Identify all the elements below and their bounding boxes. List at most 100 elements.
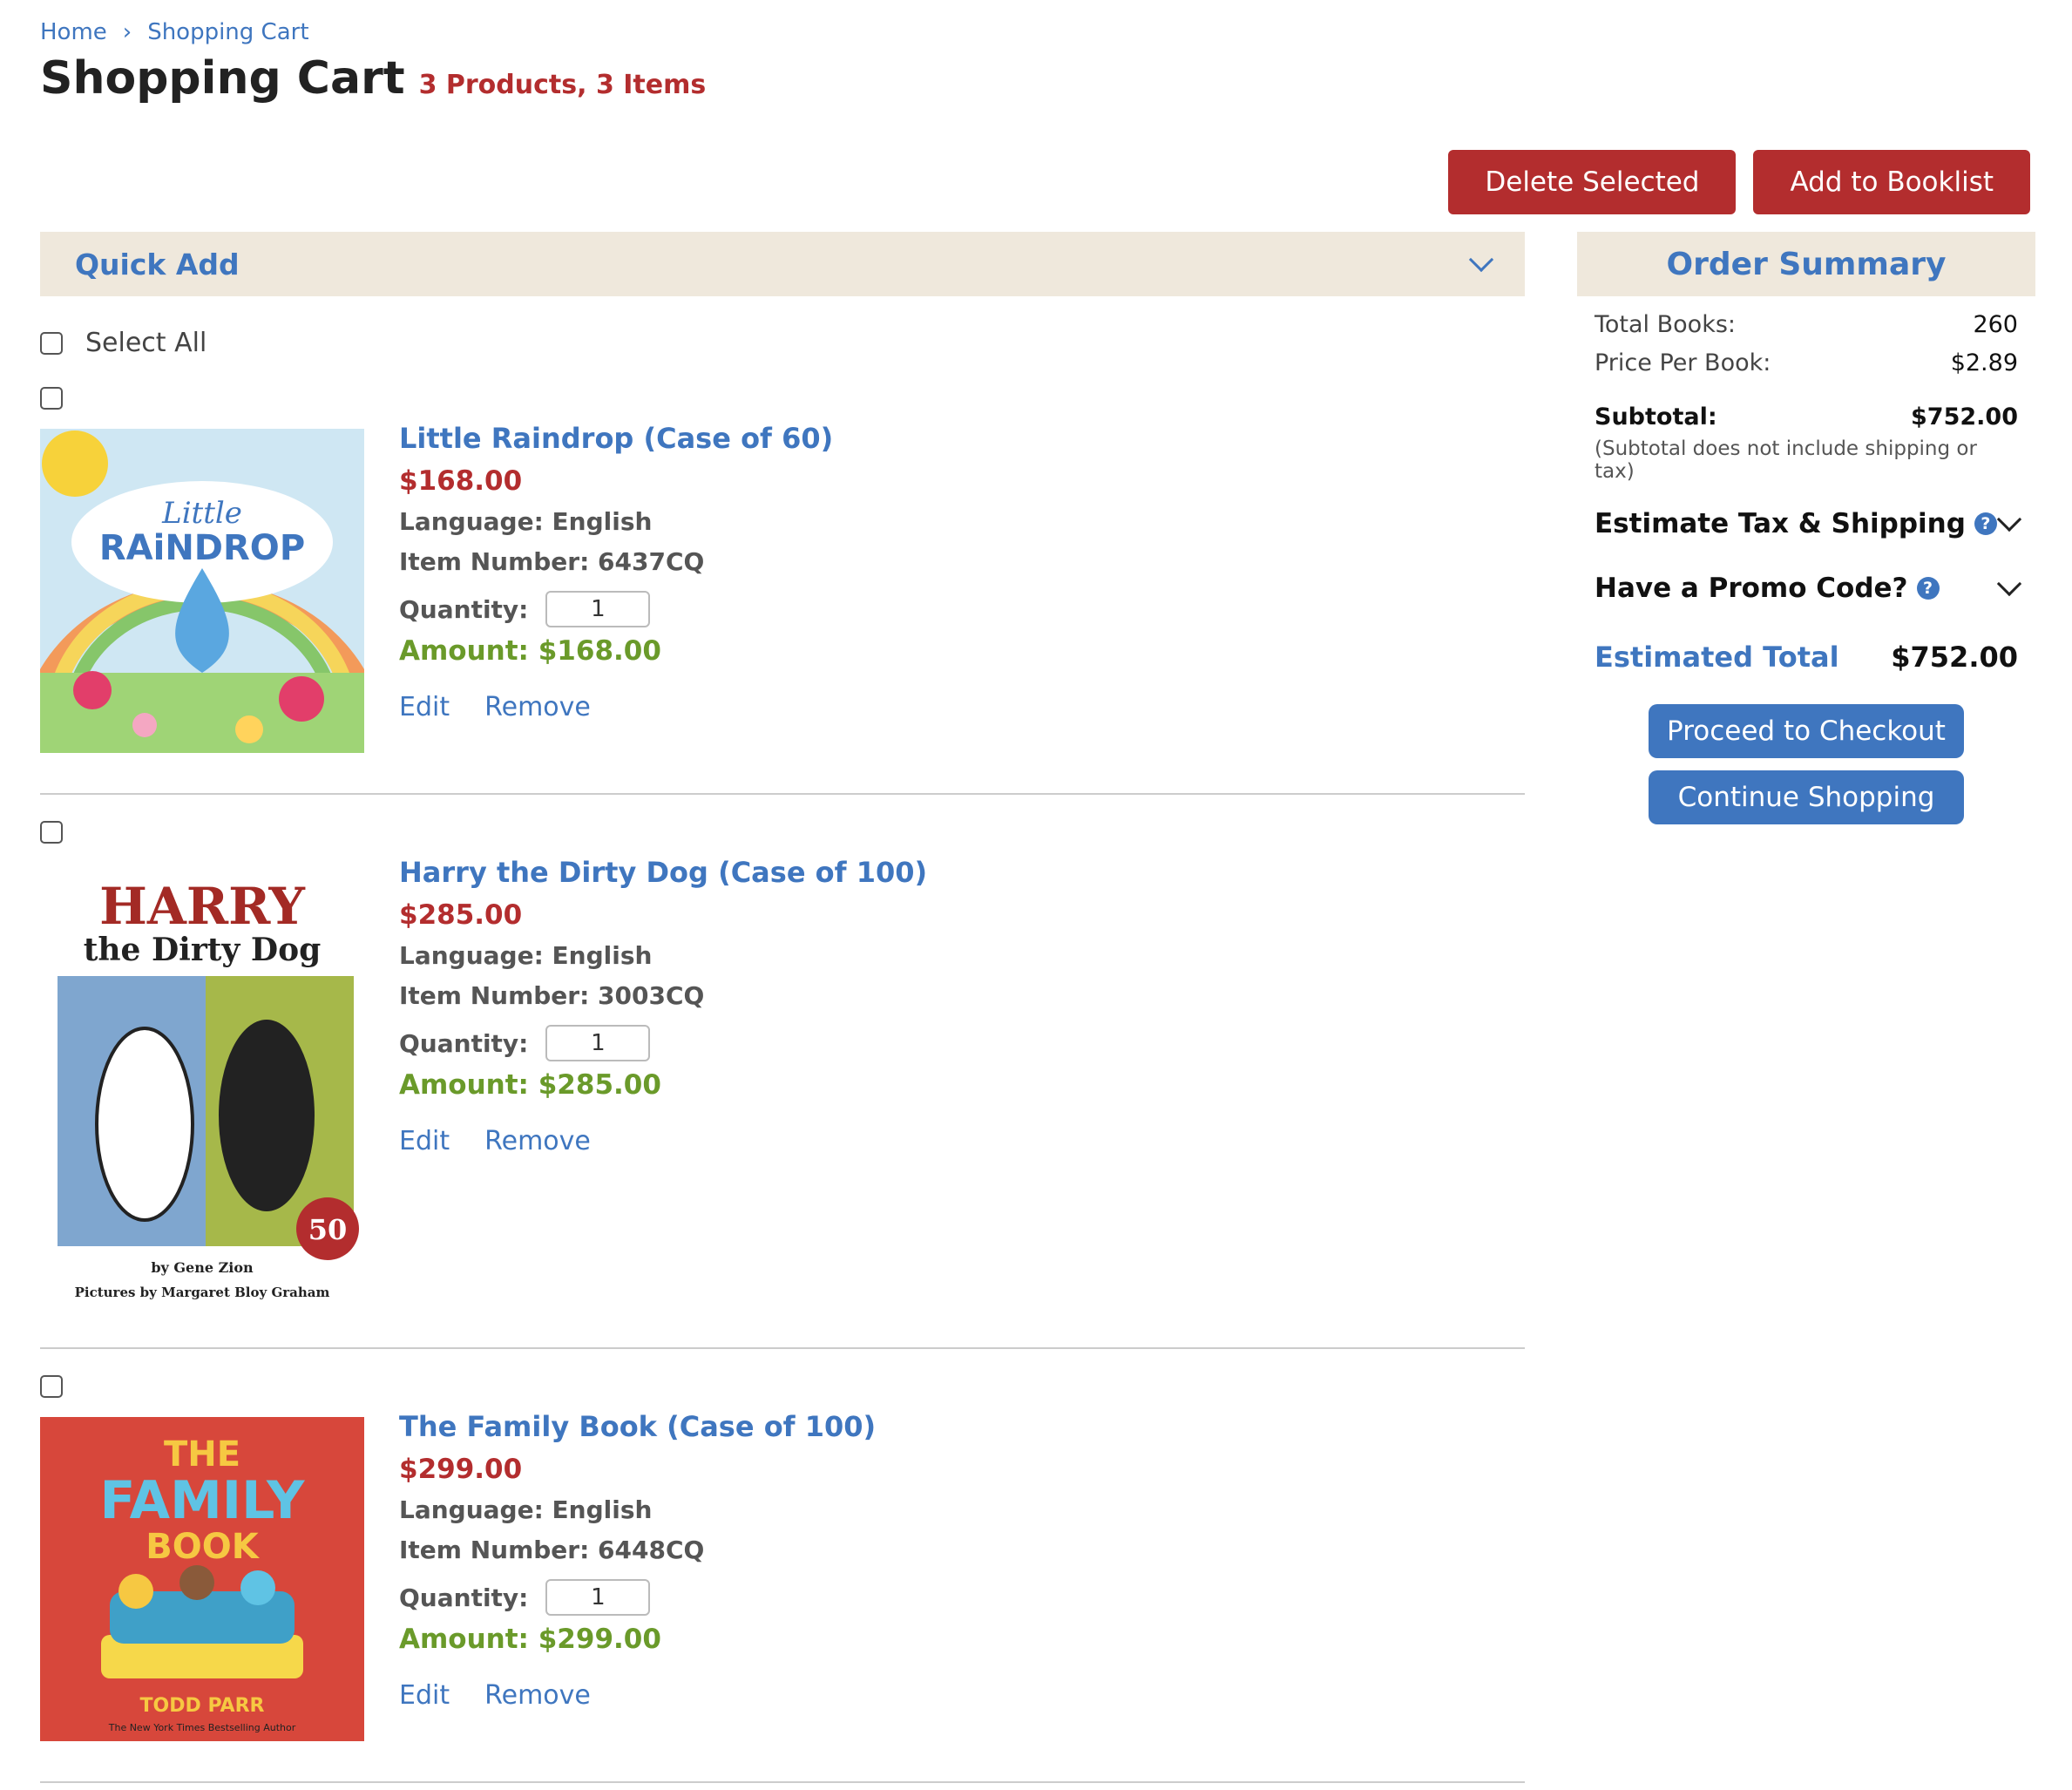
cart-count: 3 Products, 3 Items [418,70,707,100]
remove-link[interactable]: Remove [484,692,591,722]
quantity-input[interactable] [545,1025,651,1061]
help-icon[interactable]: ? [1916,577,1940,600]
order-summary-title: Order Summary [1577,232,2035,296]
item-number: Item Number: 3003CQ [399,981,705,1010]
item-amount: Amount: $299.00 [399,1624,661,1655]
cover-title-line1: Little [161,496,242,531]
item-info: The Family Book (Case of 100) $299.00 La… [399,1410,876,1711]
item-number: Item Number: 6448CQ [399,1536,705,1564]
item-checkbox[interactable] [40,387,63,410]
cart-item: Little RAiNDROP Little Raindrop (Case of… [40,387,1525,823]
select-all-label[interactable]: Select All [85,328,207,358]
item-language: Language: English [399,941,653,970]
item-language: Language: English [399,507,653,536]
item-title-link[interactable]: Little Raindrop (Case of 60) [399,422,833,465]
summary-buttons: Proceed to Checkout Continue Shopping [1577,704,2035,824]
cover-title-line2: FAMILY [100,1470,306,1531]
cart-item: HARRY the Dirty Dog 50 by Gene Zion Pict… [40,821,1525,1361]
item-links: Edit Remove [399,692,833,722]
item-title-link[interactable]: The Family Book (Case of 100) [399,1410,876,1454]
item-price: $299.00 [399,1454,523,1485]
estimated-total-label: Estimated Total [1595,641,1839,674]
continue-shopping-button[interactable]: Continue Shopping [1649,770,1964,824]
cover-title-line1: HARRY [99,877,305,936]
item-info: Harry the Dirty Dog (Case of 100) $285.0… [399,856,927,1156]
remove-link[interactable]: Remove [484,1680,591,1711]
cover-title-line2: the Dirty Dog [84,932,322,968]
quick-add-toggle[interactable]: Quick Add [40,232,1525,296]
cover-author: by Gene Zion [151,1259,254,1276]
chevron-right-icon: › [122,19,132,45]
total-books-value: 260 [1973,310,2018,338]
quantity-row: Quantity: [399,1576,876,1619]
cover-badge: 50 [308,1213,348,1246]
item-checkbox[interactable] [40,1375,63,1398]
select-all: Select All [40,328,207,358]
estimated-total-row: Estimated Total $752.00 [1595,622,2018,692]
item-links: Edit Remove [399,1126,927,1156]
item-title-link[interactable]: Harry the Dirty Dog (Case of 100) [399,856,927,899]
estimate-tax-shipping-label: Estimate Tax & Shipping ? [1595,508,1997,539]
promo-code-label: Have a Promo Code? ? [1595,573,1940,604]
item-divider [40,793,1525,795]
subtotal-row: Subtotal: $752.00 [1595,397,2018,436]
quantity-input[interactable] [545,591,651,627]
chevron-down-icon [1996,506,2022,532]
subtotal-value: $752.00 [1911,403,2018,431]
price-per-book-value: $2.89 [1950,349,2018,376]
cover-title-line1: THE [164,1434,240,1475]
proceed-to-checkout-button[interactable]: Proceed to Checkout [1649,704,1964,758]
cover-tagline: The New York Times Bestselling Author [108,1722,296,1733]
edit-link[interactable]: Edit [399,1126,450,1156]
item-divider [40,1347,1525,1349]
remove-link[interactable]: Remove [484,1126,591,1156]
book-cover-image[interactable]: Little RAiNDROP [40,429,364,753]
cover-title-line2: RAiNDROP [99,528,305,568]
cover-illustrator: Pictures by Margaret Bloy Graham [75,1285,330,1300]
item-amount: Amount: $168.00 [399,635,661,667]
breadcrumb-home-link[interactable]: Home [40,19,107,45]
chevron-down-icon [1996,571,2022,597]
quick-add-label: Quick Add [75,247,240,281]
quantity-input[interactable] [545,1579,651,1616]
quantity-row: Quantity: [399,587,833,631]
book-cover-image[interactable]: HARRY the Dirty Dog 50 by Gene Zion Pict… [40,863,364,1316]
title-row: Shopping Cart 3 Products, 3 Items [40,52,706,105]
edit-link[interactable]: Edit [399,692,450,722]
cover-title-line3: BOOK [146,1527,260,1567]
order-summary-body: Total Books: 260 Price Per Book: $2.89 S… [1577,305,2035,692]
promo-code-text: Have a Promo Code? [1595,573,1908,604]
page-title: Shopping Cart [40,52,405,105]
item-amount: Amount: $285.00 [399,1069,661,1101]
edit-link[interactable]: Edit [399,1680,450,1711]
subtotal-note: (Subtotal does not include shipping or t… [1595,437,1977,483]
estimate-tax-shipping-text: Estimate Tax & Shipping [1595,508,1966,539]
quantity-label: Quantity: [399,1583,529,1612]
chevron-down-icon [1468,247,1494,273]
cart-actions: Delete Selected Add to Booklist [1448,150,2030,214]
cover-author: TODD PARR [140,1695,265,1717]
price-per-book-label: Price Per Book: [1595,349,1771,376]
subtotal-label: Subtotal: [1595,403,1717,431]
item-info: Little Raindrop (Case of 60) $168.00 Lan… [399,422,833,722]
book-cover-image[interactable]: THE FAMILY BOOK TODD PARR The New York T… [40,1417,364,1741]
quantity-row: Quantity: [399,1021,927,1065]
order-summary: Order Summary Total Books: 260 Price Per… [1577,232,2035,837]
estimated-total-value: $752.00 [1891,641,2018,674]
help-icon[interactable]: ? [1974,512,1997,535]
item-number: Item Number: 6437CQ [399,547,705,576]
select-all-checkbox[interactable] [40,331,63,355]
item-links: Edit Remove [399,1680,876,1711]
estimate-tax-shipping-toggle[interactable]: Estimate Tax & Shipping ? [1595,492,2022,556]
item-divider [40,1781,1525,1783]
quantity-label: Quantity: [399,1028,529,1058]
add-to-booklist-button[interactable]: Add to Booklist [1753,150,2030,214]
quantity-label: Quantity: [399,594,529,624]
delete-selected-button[interactable]: Delete Selected [1448,150,1737,214]
breadcrumb-current[interactable]: Shopping Cart [147,19,308,45]
item-checkbox[interactable] [40,821,63,844]
item-language: Language: English [399,1495,653,1524]
item-price: $285.00 [399,899,523,931]
cart-item: THE FAMILY BOOK TODD PARR The New York T… [40,1375,1525,1790]
promo-code-toggle[interactable]: Have a Promo Code? ? [1595,556,2022,620]
